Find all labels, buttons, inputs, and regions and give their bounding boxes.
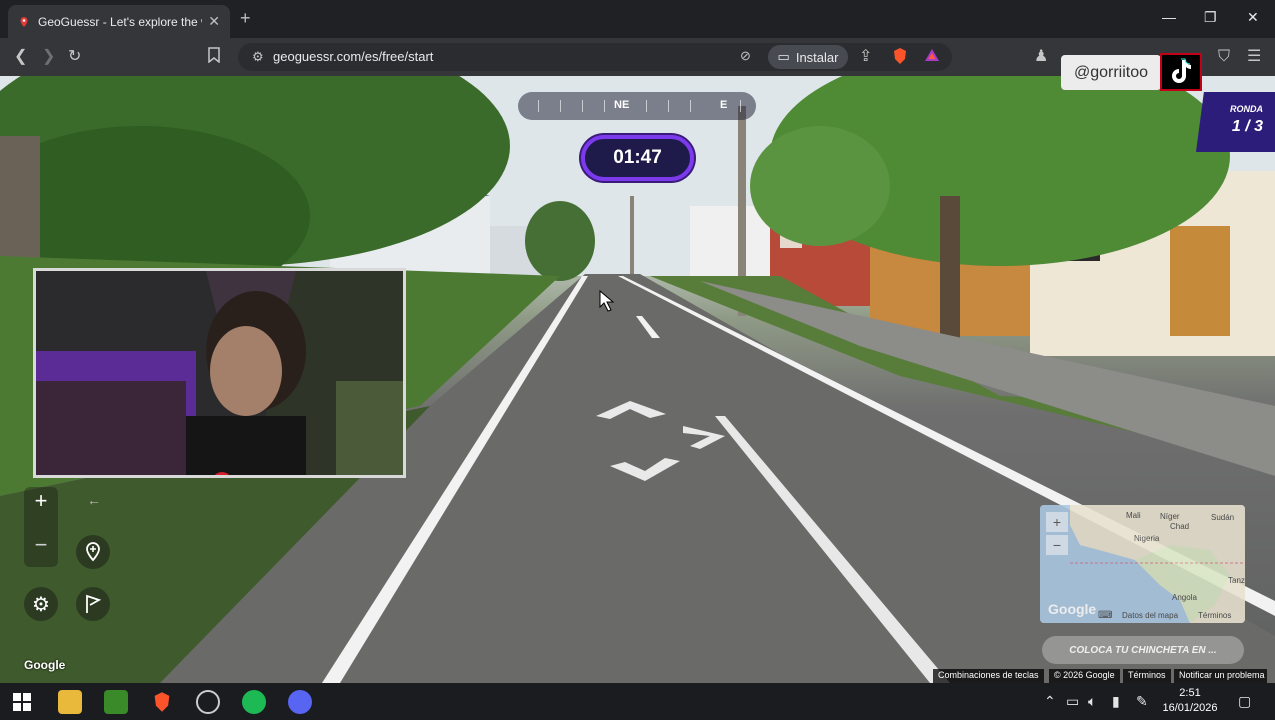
google-logo: Google <box>24 658 66 672</box>
extension-icon[interactable]: ♟ <box>1034 47 1048 67</box>
clock-date: 16/01/2026 <box>1162 702 1218 714</box>
microphone-icon[interactable]: ▮ <box>1112 693 1120 710</box>
install-label: Instalar <box>795 49 839 65</box>
spotify-icon[interactable] <box>242 690 266 714</box>
keyboard-shortcuts-link[interactable]: Combinaciones de teclas <box>933 669 1044 683</box>
minimap-label-chad: Chad <box>1170 522 1190 531</box>
zoom-out-button[interactable]: − <box>31 532 51 558</box>
settings-button[interactable]: ⚙ <box>24 587 58 621</box>
network-icon[interactable]: ▭ <box>1066 693 1079 710</box>
round-label: RONDA <box>1230 104 1263 114</box>
minimize-icon[interactable]: — <box>1162 9 1176 25</box>
minimap-label-niger: Níger <box>1160 512 1180 521</box>
notifications-icon[interactable]: ▢ <box>1238 693 1251 710</box>
round-indicator: RONDA 1 / 3 <box>1196 92 1275 152</box>
round-timer: 01:47 <box>581 135 694 181</box>
return-to-start-button[interactable] <box>76 587 110 621</box>
brave-browser-icon[interactable] <box>150 690 174 714</box>
compass-heading-secondary: E <box>720 99 728 111</box>
webcam-feed <box>36 271 403 475</box>
minimap-zoom-out-button[interactable]: − <box>1046 535 1068 555</box>
guess-minimap[interactable]: Mali Níger Chad Sudán Nigeria Tanz Angol… <box>1040 505 1245 623</box>
browser-tabbar: GeoGuessr - Let's explore the w ✕ + — ❐ … <box>0 0 1275 38</box>
tab-close-icon[interactable]: ✕ <box>208 13 220 30</box>
clock-time: 2:51 <box>1179 687 1201 699</box>
restore-icon[interactable]: ❐ <box>1204 9 1217 26</box>
system-clock[interactable]: 2:51 16/01/2026 <box>1160 686 1220 716</box>
brave-shield-icon[interactable] <box>892 47 908 71</box>
minimap-terms[interactable]: Términos <box>1198 611 1231 620</box>
undo-icon[interactable]: ← <box>84 492 104 508</box>
close-window-icon[interactable]: ✕ <box>1247 9 1259 26</box>
volume-icon[interactable]: 🔈︎ <box>1088 693 1096 710</box>
site-settings-icon[interactable]: ⚙ <box>252 49 264 65</box>
place-pin-button[interactable]: COLOCA TU CHINCHETA EN ... <box>1042 636 1244 664</box>
bookmark-icon[interactable] <box>207 47 221 69</box>
file-explorer-icon[interactable] <box>58 690 82 714</box>
minecraft-icon[interactable] <box>104 690 128 714</box>
minimap-label-angola: Angola <box>1172 593 1197 602</box>
discord-icon[interactable] <box>288 690 312 714</box>
back-icon[interactable]: ❮ <box>14 47 27 67</box>
minimap-map-data[interactable]: Datos del mapa <box>1122 611 1178 620</box>
obs-icon[interactable] <box>196 690 220 714</box>
compass: NE E <box>518 92 756 120</box>
keyboard-icon[interactable]: ⌨ <box>1098 610 1112 621</box>
install-app-button[interactable]: ▭ Instalar <box>768 45 848 69</box>
tray-chevron-icon[interactable]: ⌃ <box>1044 693 1056 710</box>
copyright-text: © 2026 Google <box>1049 669 1120 683</box>
tiktok-logo-icon <box>1160 53 1202 91</box>
gear-icon: ⚙ <box>32 593 50 616</box>
zoom-in-button[interactable]: + <box>31 488 51 514</box>
reload-icon[interactable]: ↻ <box>68 47 81 67</box>
terms-link[interactable]: Términos <box>1123 669 1171 683</box>
tab-title: GeoGuessr - Let's explore the w <box>38 14 203 29</box>
forward-icon[interactable]: ❯ <box>42 47 55 67</box>
windows-taskbar: ⌃ ▭ 🔈︎ ▮ ✎ 2:51 16/01/2026 ▢ <box>0 683 1275 720</box>
minimap-label-sudan: Sudán <box>1211 513 1235 522</box>
windows-start-icon[interactable] <box>10 690 34 714</box>
flag-icon <box>86 594 102 613</box>
tab-geoguessr[interactable]: GeoGuessr - Let's explore the w ✕ <box>8 5 230 38</box>
minimap-zoom-in-button[interactable]: + <box>1046 512 1068 532</box>
minimap-label-mali: Mali <box>1126 511 1141 520</box>
url-text: geoguessr.com/es/free/start <box>273 49 434 64</box>
minimap-label-nigeria: Nigeria <box>1134 534 1160 543</box>
report-problem-link[interactable]: Notificar un problema <box>1174 669 1267 683</box>
new-tab-button[interactable]: + <box>240 8 251 29</box>
pen-icon[interactable]: ✎ <box>1136 693 1148 710</box>
tiktok-handle: @gorriitoo <box>1061 55 1161 90</box>
location-pin-icon <box>20 16 28 27</box>
map-pin-icon <box>86 542 100 562</box>
webcam-overlay <box>33 268 406 478</box>
minimap-label-tanz: Tanz <box>1228 576 1245 585</box>
round-value: 1 / 3 <box>1231 118 1263 135</box>
cast-icon[interactable]: ⊘ <box>740 48 751 64</box>
vpn-icon[interactable]: ⛉ <box>1218 47 1230 67</box>
checkpoint-button[interactable] <box>76 535 110 569</box>
minimap-google-logo: Google <box>1048 601 1097 617</box>
brave-rewards-icon[interactable] <box>924 47 940 69</box>
compass-heading-primary: NE <box>614 99 630 111</box>
share-icon[interactable]: ⇪ <box>859 47 872 67</box>
monitor-icon: ▭ <box>777 49 790 64</box>
menu-icon[interactable]: ☰ <box>1247 47 1261 67</box>
